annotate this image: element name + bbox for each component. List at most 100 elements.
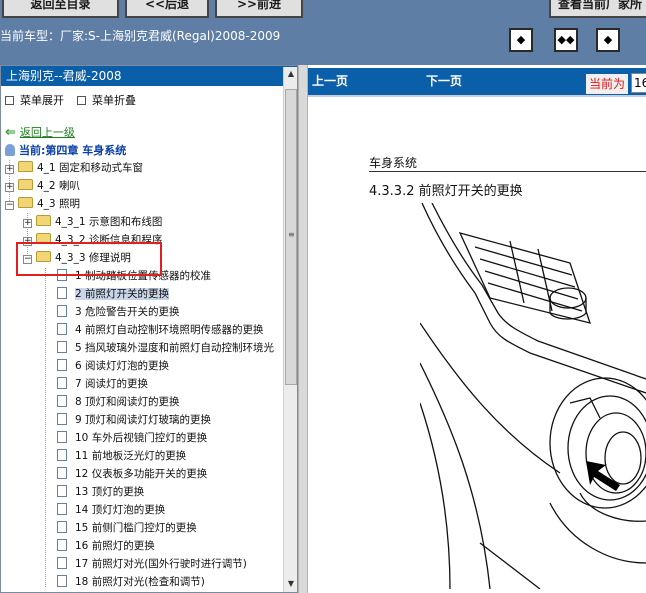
current-vehicle-label: 当前车型：厂家:S-上海别克君威(Regal)2008-2009 [0,29,281,43]
tree-item-label: 9 顶灯和阅读灯灯玻璃的更换 [75,414,212,426]
document-icon [57,323,67,335]
current-chapter: 当前:第四章 车身系统 [5,142,126,158]
tree-item-label: 12 仪表板多功能开关的更换 [75,468,208,480]
tree-item-label: 4_1 固定和移动式车窗 [37,162,143,174]
forward-button[interactable]: >>前进 [215,0,303,18]
tree-page-item[interactable]: 11 前地板泛光灯的更换 [57,447,186,465]
tree-item-label: 7 阅读灯的更换 [75,378,149,390]
tree-item-label: 15 前侧门槛门控灯的更换 [75,522,197,534]
tree-item-label: 11 前地板泛光灯的更换 [75,450,187,462]
left-arrow-icon: ⇐ [5,125,16,140]
tree-folder-item[interactable]: − 4_3 照明 [5,195,80,213]
tree-page-item[interactable]: 3 危险警告开关的更换 [57,303,180,321]
back-button[interactable]: <<后退 [125,0,209,18]
expand-node-icon[interactable]: + [5,165,14,174]
home-button[interactable]: 返回至目录 [2,0,119,18]
section-divider [369,171,646,172]
user-icon [5,144,15,156]
tree-page-item[interactable]: 16 前照灯的更换 [57,537,155,555]
top-toolbar: 返回至目录 <<后退 >>前进 查看当前厂家所 [0,0,646,25]
expand-icon [5,96,14,105]
document-icon [57,521,67,533]
folder-icon [18,161,33,172]
document-icon [57,467,67,479]
tree-page-item[interactable]: 10 车外后视镜门控灯的更换 [57,429,207,447]
tree-item-label: 16 前照灯的更换 [75,540,155,552]
tree-folder-item[interactable]: +4_3_1 示意图和布线图 [23,213,162,231]
tree-page-item[interactable]: 15 前侧门槛门控灯的更换 [57,519,197,537]
tree-page-item[interactable]: 2 前照灯开关的更换 [57,285,170,303]
tree-item-label: 10 车外后视镜门控灯的更换 [75,432,208,444]
expand-menu-button[interactable]: 菜单展开 [5,92,64,108]
next-page-button[interactable]: 下一页 [426,72,462,89]
highlight-annotation [16,242,162,276]
tree-page-item[interactable]: 17 前照灯对光(国外行驶时进行调节) [57,555,247,573]
document-icon [57,539,67,551]
document-icon [57,449,67,461]
scroll-down-arrow-icon[interactable]: ▼ [284,577,297,591]
view-right-button[interactable]: ◆ [596,28,620,52]
document-icon [57,359,67,371]
tree-folder-item[interactable]: +4_2 喇叭 [5,177,80,195]
nav-divider [308,95,646,97]
tree-item-label: 18 前照灯对光(检查和调节) [75,576,205,588]
tree-item-label: 13 顶灯的更换 [75,486,145,498]
tree-page-item[interactable]: 7 阅读灯的更换 [57,375,148,393]
tree-item-label: 2 前照灯开关的更换 [75,288,170,300]
vehicle-bar: 当前车型：厂家:S-上海别克君威(Regal)2008-2009 ◆ ◆◆ ◆ [0,25,646,65]
document-icon [57,413,67,425]
collapse-icon [77,96,86,105]
tree-item-label: 5 挡风玻璃外湿度和前照灯自动控制环境光 [75,342,275,354]
tree-page-item[interactable]: 12 仪表板多功能开关的更换 [57,465,207,483]
navigation-tree-pane: 上海别克--君威-2008 菜单展开 菜单折叠 ⇐ 返回上一级 当前:第四章 车身… [0,65,298,593]
tree-item-label: 6 阅读灯灯泡的更换 [75,360,170,372]
tree-item-label: 4 前照灯自动控制环境照明传感器的更换 [75,324,264,336]
collapse-menu-button[interactable]: 菜单折叠 [77,92,136,108]
tree-page-item[interactable]: 6 阅读灯灯泡的更换 [57,357,169,375]
tree-scrollbar[interactable]: ▲ ≡ ▼ [283,67,297,592]
document-icon [57,341,67,353]
view-both-button[interactable]: ◆◆ [554,28,578,52]
collapse-node-icon[interactable]: − [5,201,14,210]
tree-page-item[interactable]: 14 顶灯灯泡的更换 [57,501,165,519]
scroll-up-arrow-icon[interactable]: ▲ [284,67,297,81]
page-number-input[interactable]: 16 [631,73,646,93]
tree-folder-item[interactable]: +4_1 固定和移动式车窗 [5,159,143,177]
tree-page-item[interactable]: 5 挡风玻璃外湿度和前照灯自动控制环境光 [57,339,274,357]
folder-icon [18,179,33,190]
procedure-title: 4.3.3.2 前照灯开关的更换 [369,184,523,199]
back-up-link[interactable]: ⇐ 返回上一级 [5,124,75,140]
tree-item-label: 4_2 喇叭 [37,180,80,192]
previous-page-button[interactable]: 上一页 [312,72,348,89]
document-viewer: 上一页 下一页 当前为 16 车身系统 4.3.3.2 前照灯开关的更换 [308,65,646,593]
section-title: 车身系统 [369,156,418,170]
document-icon [57,575,67,587]
scroll-thumb[interactable]: ≡ [285,89,297,385]
page-navigation-bar: 上一页 下一页 当前为 16 [308,68,646,95]
document-icon [57,431,67,443]
tree-page-item[interactable]: 4 前照灯自动控制环境照明传感器的更换 [57,321,264,339]
document-icon [57,485,67,497]
current-page-label: 当前为 [586,74,629,94]
tree-item-label: 17 前照灯对光(国外行驶时进行调节) [75,558,247,570]
headlamp-switch-illustration [420,203,646,589]
tree-item-label: 4_3 照明 [37,198,80,210]
folder-icon [36,215,51,226]
folder-icon [18,197,33,208]
grip-icon: ≡ [288,230,295,239]
tree-page-item[interactable]: 13 顶灯的更换 [57,483,144,501]
expand-node-icon[interactable]: + [5,183,14,192]
document-icon [57,305,67,317]
pane-splitter[interactable] [298,65,308,593]
tree-item-label: 3 危险警告开关的更换 [75,306,180,318]
view-current-manufacturer-button[interactable]: 查看当前厂家所 [549,0,646,18]
collapse-label: 菜单折叠 [92,94,136,107]
document-icon [57,557,67,569]
expand-node-icon[interactable]: + [23,219,32,228]
tree-page-item[interactable]: 18 前照灯对光(检查和调节) [57,573,205,591]
view-left-button[interactable]: ◆ [509,28,533,52]
tree-title: 上海别克--君威-2008 [1,66,297,86]
tree-item-label: 8 顶灯和阅读灯的更换 [75,396,180,408]
tree-page-item[interactable]: 9 顶灯和阅读灯灯玻璃的更换 [57,411,211,429]
tree-page-item[interactable]: 8 顶灯和阅读灯的更换 [57,393,180,411]
